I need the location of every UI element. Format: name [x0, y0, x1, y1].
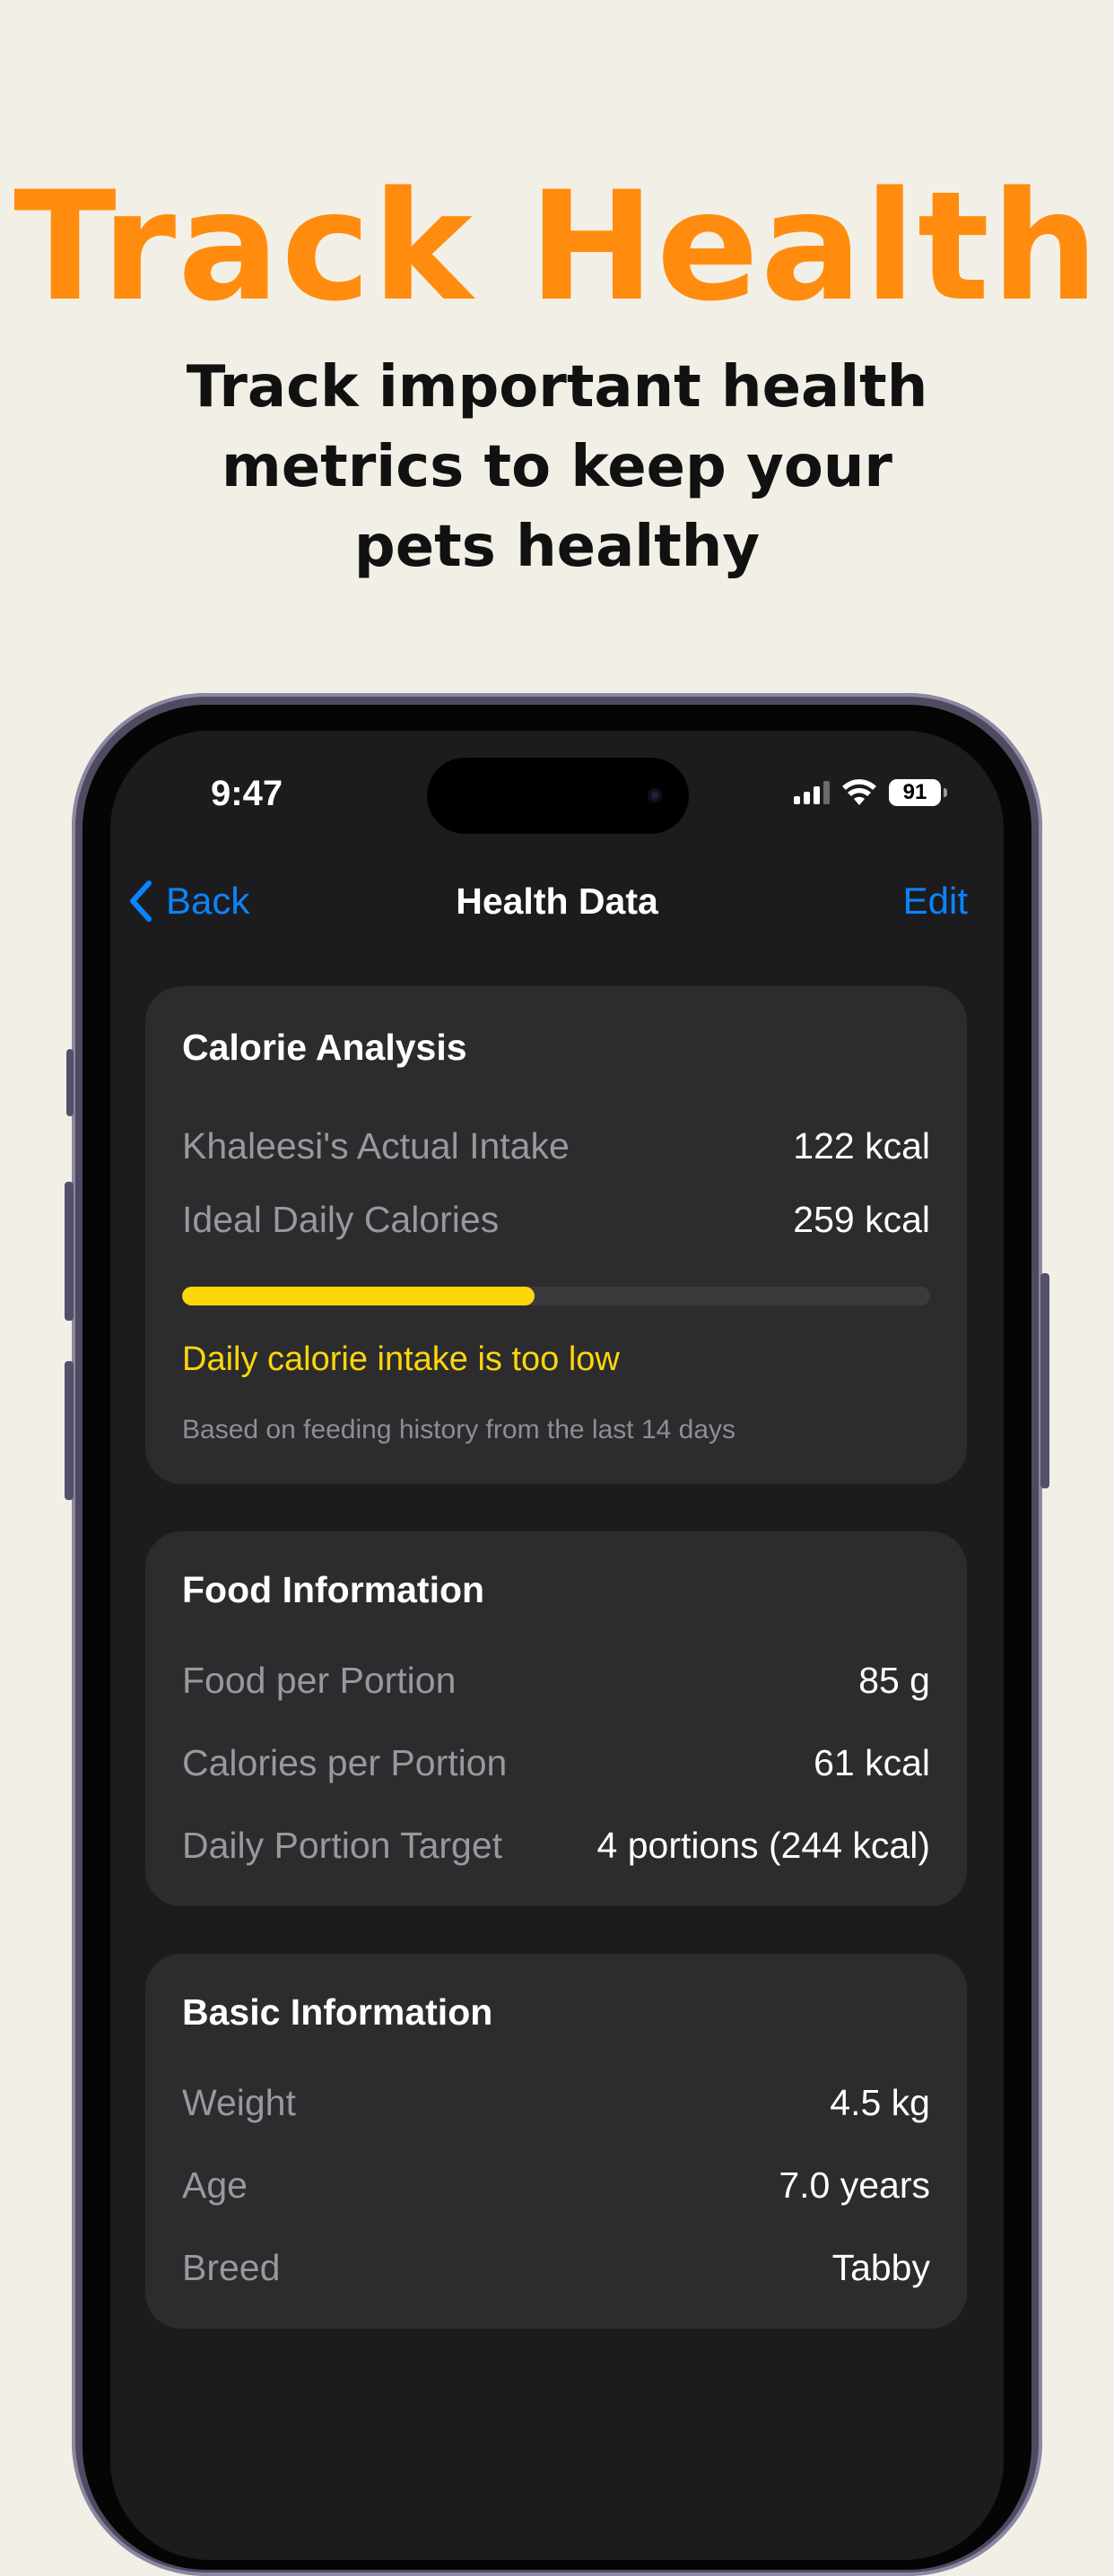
battery-icon: 91: [889, 779, 947, 806]
calories-per-portion-row: Calories per Portion 61 kcal: [182, 1742, 930, 1787]
calorie-warning: Daily calorie intake is too low: [182, 1340, 620, 1378]
volume-down-button: [65, 1361, 74, 1500]
row-value: 4.5 kg: [830, 2082, 930, 2123]
row-label: Food per Portion: [182, 1660, 457, 1701]
action-button: [66, 1049, 74, 1116]
row-label: Breed: [182, 2247, 281, 2288]
promo-subheadline: Track important health metrics to keep y…: [186, 354, 928, 580]
promo-headline: Track Health: [13, 159, 1101, 334]
basic-information-card: Basic Information Weight 4.5 kg Age 7.0 …: [145, 1954, 967, 2329]
calorie-analysis-card: Calorie Analysis Khaleesi's Actual Intak…: [145, 986, 967, 1484]
actual-intake-row: Khaleesi's Actual Intake 122 kcal: [182, 1125, 930, 1170]
row-value: 7.0 years: [779, 2164, 930, 2206]
calorie-note: Based on feeding history from the last 1…: [182, 1415, 736, 1444]
row-label: Age: [182, 2164, 248, 2206]
row-value: 122 kcal: [793, 1125, 930, 1167]
food-information-card: Food Information Food per Portion 85 g C…: [145, 1531, 967, 1906]
row-value: 259 kcal: [793, 1199, 930, 1240]
back-button[interactable]: Back: [128, 865, 249, 937]
power-button: [1040, 1273, 1049, 1488]
row-value: Tabby: [831, 2247, 930, 2288]
food-per-portion-row: Food per Portion 85 g: [182, 1660, 930, 1704]
status-icons: 91: [794, 777, 947, 808]
navigation-bar: Back Health Data Edit: [110, 865, 1004, 937]
row-label: Calories per Portion: [182, 1742, 508, 1783]
row-label: Khaleesi's Actual Intake: [182, 1125, 570, 1167]
calorie-progress-bar: [182, 1287, 930, 1305]
signal-icon: [794, 781, 830, 804]
row-label: Ideal Daily Calories: [182, 1199, 500, 1240]
status-time: 9:47: [211, 774, 283, 813]
weight-row: Weight 4.5 kg: [182, 2082, 930, 2127]
breed-row: Breed Tabby: [182, 2247, 930, 2292]
edit-button[interactable]: Edit: [903, 865, 968, 937]
ideal-calories-row: Ideal Daily Calories 259 kcal: [182, 1199, 930, 1244]
card-title: Calorie Analysis: [182, 1027, 467, 1068]
row-label: Weight: [182, 2082, 296, 2123]
volume-up-button: [65, 1182, 74, 1321]
row-value: 61 kcal: [814, 1742, 930, 1783]
row-value: 85 g: [858, 1660, 930, 1701]
chevron-left-icon: [130, 880, 152, 922]
camera-icon: [648, 788, 662, 802]
back-label: Back: [166, 880, 250, 922]
dynamic-island: [427, 758, 689, 834]
row-value: 4 portions (244 kcal): [596, 1825, 930, 1866]
daily-portion-target-row: Daily Portion Target 4 portions (244 kca…: [182, 1825, 930, 1869]
row-label: Daily Portion Target: [182, 1825, 503, 1866]
phone-screen: 9:47 91 Back Health Data Edit Calorie An…: [110, 731, 1004, 2560]
wifi-icon: [842, 779, 876, 805]
age-row: Age 7.0 years: [182, 2164, 930, 2209]
card-title: Food Information: [182, 1569, 485, 1610]
card-title: Basic Information: [182, 1991, 493, 2033]
calorie-progress-fill: [182, 1287, 535, 1305]
